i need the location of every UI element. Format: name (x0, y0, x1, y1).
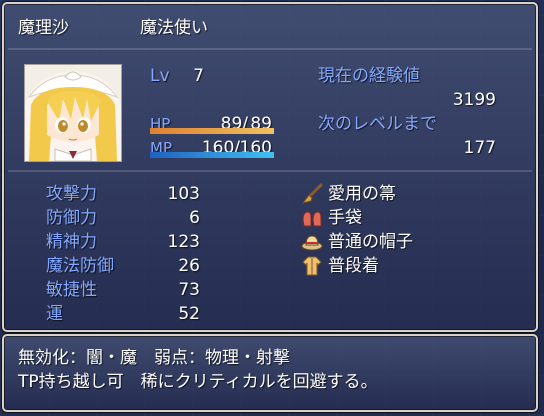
exp-next-value: 177 (463, 138, 496, 158)
param-label: 精神力 (46, 232, 97, 252)
description-line-1: 無効化：闇・魔 弱点：物理・射撃 (18, 348, 290, 368)
param-value: 123 (167, 232, 200, 252)
actor-class: 魔法使い (140, 18, 208, 38)
separator-top (8, 48, 532, 50)
param-value: 52 (178, 304, 200, 324)
level-value: 7 (193, 66, 204, 86)
description-line-2: TP持ち越し可 稀にクリティカルを回避する。 (18, 372, 378, 392)
separator-middle (8, 170, 532, 172)
param-value: 73 (178, 280, 200, 300)
equipment-name: 普通の帽子 (328, 232, 413, 252)
level-label: Lv (150, 66, 170, 86)
param-label: 運 (46, 304, 63, 324)
mp-gauge-fill (150, 152, 274, 158)
description-window: 無効化：闇・魔 弱点：物理・射撃 TP持ち越し可 稀にクリティカルを回避する。 (2, 334, 538, 412)
param-value: 6 (189, 208, 200, 228)
param-label: 敏捷性 (46, 280, 97, 300)
broom-icon (301, 183, 323, 204)
hat-icon (301, 235, 323, 251)
gloves-icon (302, 211, 322, 227)
param-label: 攻撃力 (46, 184, 97, 204)
actor-portrait (24, 64, 122, 162)
status-window: 魔理沙 魔法使い Lv 7 HP 89/ 89 MP 160/ 160 現在の経… (2, 2, 538, 332)
actor-name: 魔理沙 (18, 18, 69, 38)
equipment-name: 愛用の箒 (328, 184, 396, 204)
equipment-name: 手袋 (328, 208, 362, 228)
mp-gauge (150, 152, 274, 158)
hp-gauge-fill (150, 128, 274, 134)
equipment-name: 普段着 (328, 256, 379, 276)
param-value: 26 (178, 256, 200, 276)
param-label: 防御力 (46, 208, 97, 228)
face-image (25, 65, 121, 161)
exp-next-label: 次のレベルまで (318, 114, 437, 134)
param-label: 魔法防御 (46, 256, 114, 276)
exp-current-label: 現在の経験値 (318, 66, 420, 86)
param-value: 103 (167, 184, 200, 204)
exp-current-value: 3199 (452, 90, 496, 110)
clothes-icon (302, 256, 322, 276)
hp-gauge (150, 128, 274, 134)
